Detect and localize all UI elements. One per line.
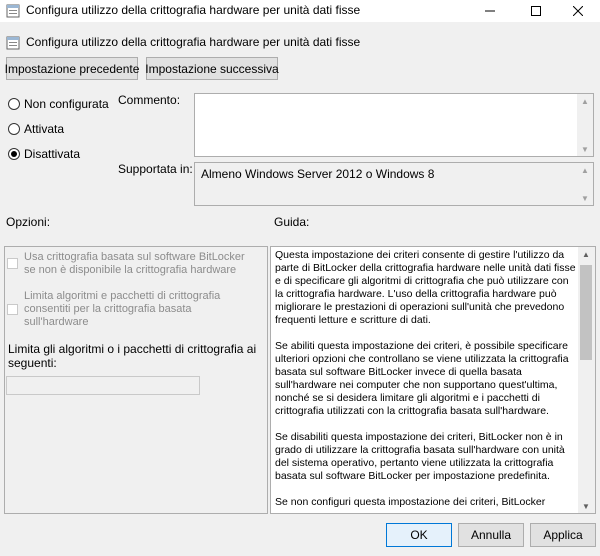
radio-disabled[interactable]: Disattivata xyxy=(8,147,80,161)
close-icon xyxy=(573,6,583,16)
checkbox[interactable] xyxy=(7,258,18,269)
window-title: Configura utilizzo della crittografia ha… xyxy=(26,3,361,17)
radio-label: Non configurata xyxy=(24,97,109,111)
limit-algorithms-label: Limita gli algoritmi o i pacchetti di cr… xyxy=(8,342,257,370)
checkbox-software-fallback[interactable]: Usa crittografia basata sul software Bit… xyxy=(7,251,257,277)
radio-label: Disattivata xyxy=(24,147,81,161)
comment-textarea[interactable]: ▲ ▼ xyxy=(194,93,594,157)
guide-paragraph: Se abiliti questa impostazione dei crite… xyxy=(275,340,569,417)
minimize-button[interactable] xyxy=(468,0,512,22)
guide-paragraph: Se non configuri questa impostazione dei… xyxy=(275,496,546,508)
apply-button[interactable]: Applica xyxy=(530,523,596,547)
checkbox[interactable] xyxy=(7,304,18,315)
radio-enabled[interactable]: Attivata xyxy=(8,122,64,136)
scrollbar-thumb[interactable] xyxy=(580,265,592,360)
guide-panel: Questa impostazione dei criteri consente… xyxy=(270,246,596,514)
checkbox-label: Limita algoritmi e pacchetti di crittogr… xyxy=(24,290,221,328)
guide-scrollbar[interactable]: ▲ ▼ xyxy=(578,247,595,513)
scroll-up-icon[interactable]: ▲ xyxy=(577,94,593,108)
policy-settings-icon xyxy=(6,36,20,50)
cancel-button[interactable]: Annulla xyxy=(458,523,524,547)
radio-label: Attivata xyxy=(24,122,65,136)
comment-scrollbar[interactable]: ▲ ▼ xyxy=(577,94,593,156)
policy-settings-icon xyxy=(6,4,20,18)
next-setting-button[interactable]: Impostazione successiva xyxy=(145,57,279,80)
previous-setting-button[interactable]: Impostazione precedente xyxy=(5,57,139,80)
guide-paragraph: Se disabiliti questa impostazione dei cr… xyxy=(275,431,565,482)
maximize-button[interactable] xyxy=(514,0,558,22)
supported-field: Almeno Windows Server 2012 o Windows 8 ▲… xyxy=(194,162,594,206)
scroll-down-icon[interactable]: ▼ xyxy=(578,499,594,513)
scroll-down-icon[interactable]: ▼ xyxy=(577,142,593,156)
limit-algorithms-input[interactable] xyxy=(6,376,200,395)
checkbox-label: Usa crittografia basata sul software Bit… xyxy=(24,251,245,276)
supported-label: Supportata in: xyxy=(118,162,193,176)
radio-button[interactable] xyxy=(8,123,20,135)
scroll-up-icon[interactable]: ▲ xyxy=(577,163,593,177)
guide-paragraph: Questa impostazione dei criteri consente… xyxy=(275,249,576,326)
supported-scrollbar[interactable]: ▲ ▼ xyxy=(577,163,593,205)
scroll-up-icon[interactable]: ▲ xyxy=(578,247,594,261)
radio-button[interactable] xyxy=(8,98,20,110)
guide-text: Questa impostazione dei criteri consente… xyxy=(275,249,577,513)
checkbox-restrict-algorithms[interactable]: Limita algoritmi e pacchetti di crittogr… xyxy=(7,290,257,329)
scroll-down-icon[interactable]: ▼ xyxy=(577,191,593,205)
comment-label: Commento: xyxy=(118,93,181,107)
close-button[interactable] xyxy=(556,0,600,22)
ok-button[interactable]: OK xyxy=(386,523,452,547)
guide-label: Guida: xyxy=(274,215,310,229)
setting-title: Configura utilizzo della crittografia ha… xyxy=(26,35,361,49)
supported-value: Almeno Windows Server 2012 o Windows 8 xyxy=(201,167,435,181)
minimize-icon xyxy=(485,10,495,12)
radio-not-configured[interactable]: Non configurata xyxy=(8,97,109,111)
radio-button[interactable] xyxy=(8,148,20,160)
options-label: Opzioni: xyxy=(6,215,51,229)
maximize-icon xyxy=(531,6,541,16)
